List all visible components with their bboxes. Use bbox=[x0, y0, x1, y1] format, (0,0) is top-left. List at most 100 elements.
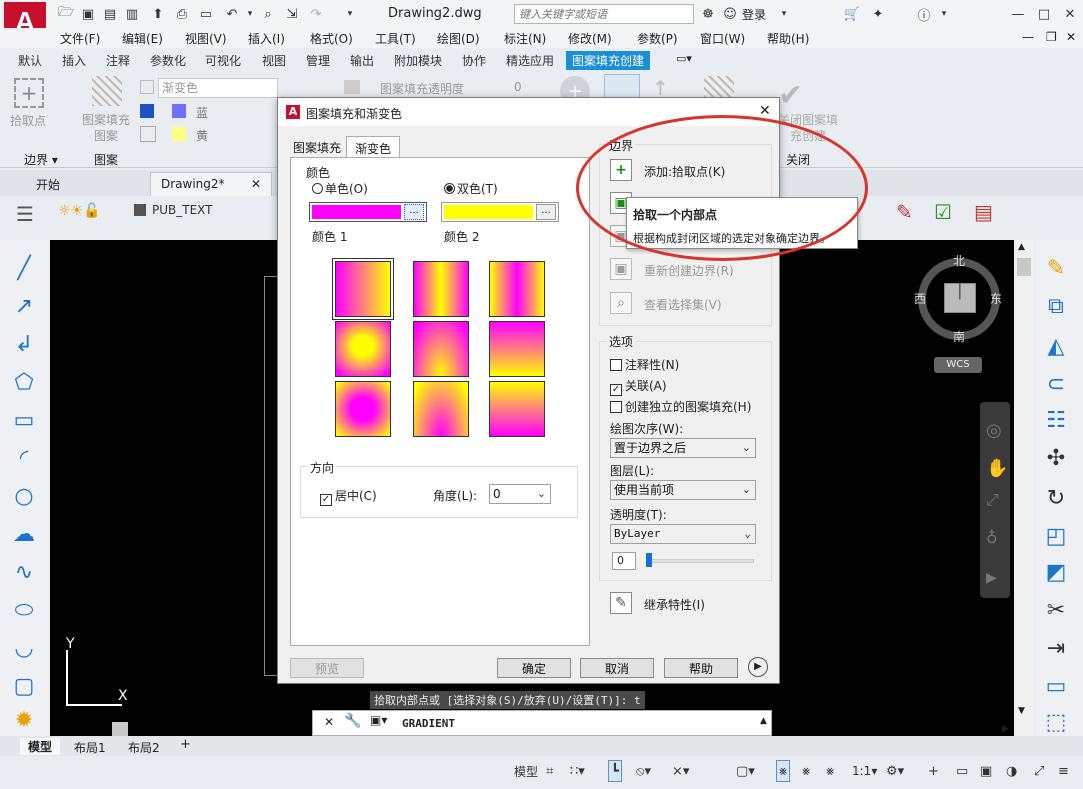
save-icon[interactable]: ▣ bbox=[78, 4, 98, 24]
scroll-up-icon[interactable]: ▲ bbox=[1018, 242, 1025, 252]
tab-collaborate[interactable]: 协作 bbox=[462, 52, 486, 69]
help-dropdown-icon[interactable]: ▾ bbox=[934, 4, 954, 24]
gradient-hemispherical[interactable] bbox=[413, 321, 469, 377]
view-selection-button[interactable]: 查看选择集(V) bbox=[644, 296, 722, 313]
transparency-select[interactable]: ByLayer ⌄ bbox=[610, 524, 756, 544]
snap-icon[interactable]: ∷▾ bbox=[570, 760, 585, 782]
separate-hatch-checkbox[interactable]: 创建独立的图案填充(H) bbox=[610, 398, 751, 415]
menu-format[interactable]: 格式(O) bbox=[310, 30, 353, 47]
command-close-icon[interactable]: ✕ bbox=[324, 715, 334, 729]
layout-tab-model[interactable]: 模型 bbox=[20, 738, 61, 755]
isolate-icon[interactable]: ◑ bbox=[1006, 760, 1017, 782]
save-as-icon[interactable]: ▤ bbox=[100, 4, 120, 24]
tab-parametric[interactable]: 参数化 bbox=[150, 52, 186, 69]
view-selection-icon[interactable]: ⌕ bbox=[610, 292, 632, 314]
annotation-scale-value[interactable]: 1:1 ▾ bbox=[852, 760, 877, 782]
binoculars-icon[interactable]: ☸ bbox=[698, 4, 718, 24]
annotation-scale-icon[interactable]: ⨳ bbox=[826, 760, 834, 782]
minimize-icon[interactable]: — bbox=[1008, 4, 1028, 24]
pan-icon[interactable]: ✋ bbox=[986, 458, 1008, 479]
open-icon[interactable]: 🗁 bbox=[56, 4, 76, 24]
search-input[interactable] bbox=[514, 4, 694, 24]
user-icon[interactable]: ☺ bbox=[720, 4, 740, 24]
menu-tools[interactable]: 工具(T) bbox=[375, 30, 416, 47]
transparency-slider[interactable] bbox=[646, 559, 754, 563]
share-icon[interactable]: ⇲ bbox=[282, 4, 302, 24]
tab-view[interactable]: 视图 bbox=[262, 52, 286, 69]
grid-icon[interactable]: ⌗ bbox=[546, 760, 553, 782]
preview-button[interactable]: 预览 bbox=[290, 658, 364, 678]
tab-featured[interactable]: 精选应用 bbox=[506, 52, 554, 69]
layout-tab-1[interactable]: 布局1 bbox=[74, 739, 106, 756]
viewcube-south[interactable]: 南 bbox=[953, 328, 965, 345]
cart-icon[interactable]: 🛒 bbox=[842, 4, 862, 24]
gradient-inverted-spherical[interactable] bbox=[335, 381, 391, 437]
model-space-button[interactable]: 模型 bbox=[514, 760, 538, 782]
hardware-accel-icon[interactable]: ▣ bbox=[980, 760, 992, 782]
scroll-right-icon[interactable]: ▶ bbox=[1002, 724, 1009, 734]
wcs-button[interactable]: WCS bbox=[934, 357, 982, 373]
tab-close-icon[interactable]: ✕ bbox=[251, 177, 261, 191]
hatch-type-select[interactable]: 渐变色 bbox=[158, 78, 278, 98]
tab-insert[interactable]: 插入 bbox=[62, 52, 86, 69]
layer-properties-icon[interactable]: ☰ bbox=[16, 202, 34, 226]
dialog-close-icon[interactable]: ✕ bbox=[759, 103, 771, 119]
layer-bulb-icon[interactable]: ☼☀🔓 bbox=[58, 203, 101, 219]
tab-gradient[interactable]: 渐变色 bbox=[346, 136, 400, 158]
draw-order-select[interactable]: 置于边界之后 ⌄ bbox=[610, 438, 756, 458]
tab-visualize[interactable]: 可视化 bbox=[205, 52, 241, 69]
angle-select[interactable]: 0 ⌄ bbox=[489, 484, 551, 504]
copy-icon[interactable]: ⧉ bbox=[1039, 290, 1073, 322]
ray-icon[interactable]: ↗ bbox=[8, 290, 40, 322]
gradient-linear-selected[interactable] bbox=[332, 258, 394, 320]
join-icon[interactable]: ⬚ bbox=[1039, 706, 1073, 738]
spline-icon[interactable]: ∿ bbox=[8, 556, 40, 588]
gradient-inverted-cylinder[interactable] bbox=[489, 261, 545, 317]
one-color-radio[interactable]: 单色(O) bbox=[312, 180, 368, 197]
line-icon[interactable]: ╱ bbox=[8, 252, 40, 284]
color2-label[interactable]: 黄 bbox=[196, 127, 208, 144]
move-icon[interactable]: ✣ bbox=[1039, 442, 1073, 474]
cancel-button[interactable]: 取消 bbox=[580, 658, 654, 678]
point-icon[interactable]: ✹ bbox=[8, 704, 40, 736]
ok-button[interactable]: 确定 bbox=[497, 658, 571, 678]
tab-start[interactable]: 开始 bbox=[36, 176, 60, 193]
menu-dimension[interactable]: 标注(N) bbox=[504, 30, 546, 47]
hatch-pattern-icon[interactable] bbox=[92, 76, 122, 106]
polyline-icon[interactable]: ↲ bbox=[8, 328, 40, 360]
ortho-icon[interactable]: ┗ bbox=[608, 760, 622, 782]
block-icon[interactable]: ▢ bbox=[8, 670, 40, 702]
zoom-extents-icon[interactable]: ⤢ bbox=[986, 490, 999, 510]
viewcube-north[interactable]: 北 bbox=[953, 252, 965, 269]
annotation-visibility-icon[interactable]: ⨳ bbox=[776, 760, 791, 782]
color2-swatch[interactable] bbox=[172, 127, 186, 141]
viewcube-east[interactable]: 东 bbox=[990, 290, 1002, 307]
scale-icon[interactable]: ◰ bbox=[1039, 520, 1073, 552]
menu-parametric[interactable]: 参数(P) bbox=[637, 30, 678, 47]
pick-point-icon[interactable]: + bbox=[14, 78, 44, 108]
menu-insert[interactable]: 插入(I) bbox=[248, 30, 285, 47]
menu-draw[interactable]: 绘图(D) bbox=[437, 30, 480, 47]
offset-icon[interactable]: ⊂ bbox=[1039, 368, 1073, 400]
orbit-icon[interactable]: ♁ bbox=[986, 528, 998, 547]
pick-point-label[interactable]: 拾取点 bbox=[10, 112, 46, 129]
annotate-icon-2[interactable]: ☑ bbox=[934, 200, 966, 230]
gradient-cylinder[interactable] bbox=[413, 261, 469, 317]
undo-dropdown-icon[interactable]: ▾ bbox=[240, 4, 260, 24]
maximize-icon[interactable]: □ bbox=[1034, 4, 1054, 24]
polygon-icon[interactable]: ⬠ bbox=[8, 366, 40, 398]
fullscreen-icon[interactable]: ⤢ bbox=[1034, 760, 1044, 782]
menu-view[interactable]: 视图(V) bbox=[185, 30, 227, 47]
doc-minimize-icon[interactable]: — bbox=[1022, 30, 1034, 44]
annotative-checkbox[interactable]: 注释性(N) bbox=[610, 356, 679, 373]
menu-window[interactable]: 窗口(W) bbox=[700, 30, 745, 47]
tab-addins[interactable]: 附加模块 bbox=[394, 52, 442, 69]
command-prompt-icon[interactable]: ▣▾ bbox=[370, 713, 387, 727]
recreate-boundary-button[interactable]: 重新创建边界(R) bbox=[644, 262, 734, 279]
tab-default[interactable]: 默认 bbox=[18, 52, 42, 69]
upload-icon[interactable]: ⬆ bbox=[148, 4, 168, 24]
tab-drawing2[interactable]: Drawing2* ✕ bbox=[150, 172, 272, 196]
ellipse-arc-icon[interactable]: ◡ bbox=[8, 632, 40, 664]
erase-icon[interactable]: ✎ bbox=[1039, 252, 1073, 284]
inherit-properties-icon[interactable]: ✎ bbox=[610, 592, 632, 614]
